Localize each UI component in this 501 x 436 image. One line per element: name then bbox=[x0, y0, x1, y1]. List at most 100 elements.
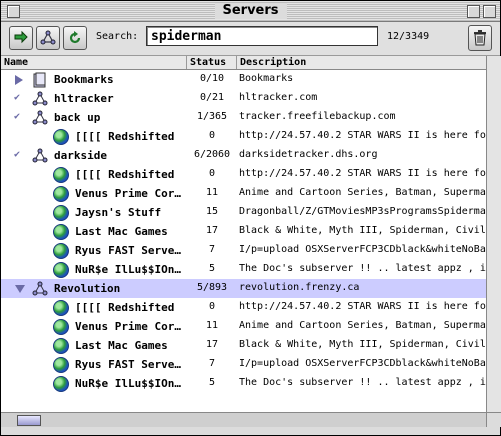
row-name: hltracker bbox=[54, 92, 114, 105]
connect-arrow-icon bbox=[14, 30, 28, 44]
tracker-icon bbox=[32, 91, 48, 106]
row-name: NuR$e IlLu$$IOnZ... bbox=[75, 377, 187, 390]
tracker-row[interactable]: Bookmarks 0/10 Bookmarks bbox=[1, 70, 486, 89]
row-description: The Doc's subserver !! .. latest appz , … bbox=[239, 263, 486, 274]
row-status: 5 bbox=[208, 263, 216, 274]
tracker-network-icon bbox=[40, 30, 56, 45]
tracker-row[interactable]: ✔ hltracker 0/21 hltracker.com bbox=[1, 89, 486, 108]
horizontal-scrollbar[interactable] bbox=[1, 412, 486, 427]
row-description: Black & White, Myth III, Spiderman, Civi… bbox=[239, 339, 486, 350]
collapse-box[interactable] bbox=[483, 5, 496, 18]
trackers-button[interactable] bbox=[36, 26, 60, 50]
row-description: I/p=upload OSXServerFCP3CDblack&whiteNoB… bbox=[239, 358, 486, 369]
server-row[interactable]: [[[[ Redshifted 0 http://24.57.40.2 STAR W… bbox=[1, 298, 486, 317]
trash-icon bbox=[474, 30, 486, 46]
row-status: 17 bbox=[205, 339, 219, 350]
globe-icon bbox=[53, 167, 69, 183]
server-row[interactable]: NuR$e IlLu$$IOnZ... 5 The Doc's subserver … bbox=[1, 260, 486, 279]
globe-icon bbox=[53, 376, 69, 392]
row-description: tracker.freefilebackup.com bbox=[239, 111, 396, 122]
column-name[interactable]: Name bbox=[1, 56, 187, 69]
search-label: Search: bbox=[96, 31, 139, 42]
vertical-scrollbar[interactable] bbox=[486, 56, 501, 412]
row-status: 11 bbox=[205, 320, 219, 331]
disclosure-checked-icon[interactable]: ✔ bbox=[14, 149, 20, 160]
row-description: revolution.frenzy.ca bbox=[239, 282, 360, 293]
server-row[interactable]: Ryus FAST Serve... 7 I/p=upload OSXServerF… bbox=[1, 355, 486, 374]
server-row[interactable]: [[[[ Redshifted 0 http://24.57.40.2 STAR W… bbox=[1, 165, 486, 184]
globe-icon bbox=[53, 243, 69, 259]
row-name: NuR$e IlLu$$IOnZ... bbox=[75, 263, 187, 276]
server-row[interactable]: Venus Prime Corp... 11 Anime and Cartoon S… bbox=[1, 317, 486, 336]
horizontal-scroll-thumb[interactable] bbox=[17, 415, 41, 426]
tracker-icon bbox=[32, 148, 48, 163]
row-name: Venus Prime Corp... bbox=[75, 320, 187, 333]
globe-icon bbox=[53, 319, 69, 335]
search-input[interactable] bbox=[146, 26, 378, 46]
row-status: 7 bbox=[208, 244, 216, 255]
connect-button[interactable] bbox=[9, 26, 33, 50]
row-description: darksidetracker.dhs.org bbox=[239, 149, 378, 160]
row-name: Last Mac Games bbox=[75, 339, 168, 352]
row-name: Revolution bbox=[54, 282, 121, 295]
row-status: 5 bbox=[208, 377, 216, 388]
delete-button[interactable] bbox=[468, 25, 492, 51]
row-status: 0/21 bbox=[199, 92, 225, 103]
window-title: Servers bbox=[214, 3, 287, 19]
row-description: hltracker.com bbox=[239, 92, 318, 103]
server-row[interactable]: Jaysn's Stuff 15 Dragonball/Z/GTMoviesMP3s… bbox=[1, 203, 486, 222]
disclosure-collapsed-icon[interactable] bbox=[15, 75, 23, 85]
row-name: Jaysn's Stuff bbox=[75, 206, 162, 219]
row-description: Anime and Cartoon Series, Batman, Superm… bbox=[239, 320, 486, 331]
title-bar[interactable]: Servers bbox=[1, 1, 500, 22]
column-header: Name Status Description bbox=[1, 56, 486, 70]
disclosure-expanded-icon[interactable] bbox=[15, 285, 25, 293]
server-row[interactable]: Ryus FAST Serve... 7 I/p=upload OSXServerF… bbox=[1, 241, 486, 260]
row-name: back up bbox=[54, 111, 101, 124]
row-name: [[[[ Redshifted bbox=[75, 168, 175, 181]
tracker-row[interactable]: ✔ back up 1/365 tracker.freefilebackup.com bbox=[1, 108, 486, 127]
row-description: http://24.57.40.2 STAR WARS II is here f… bbox=[239, 168, 486, 179]
row-description: http://24.57.40.2 STAR WARS II is here f… bbox=[239, 130, 486, 141]
folder-icon bbox=[33, 72, 46, 88]
row-description: Bookmarks bbox=[239, 73, 294, 84]
disclosure-checked-icon[interactable]: ✔ bbox=[14, 92, 20, 103]
row-name: [[[[ Redshifted bbox=[75, 301, 175, 314]
column-description[interactable]: Description bbox=[237, 56, 486, 69]
row-status: 0 bbox=[208, 301, 216, 312]
server-row[interactable]: Venus Prime Corp... 11 Anime and Cartoon S… bbox=[1, 184, 486, 203]
row-status: 7 bbox=[208, 358, 216, 369]
row-description: I/p=upload OSXServerFCP3CDblack&whiteNoB… bbox=[239, 244, 486, 255]
close-box[interactable] bbox=[7, 5, 20, 18]
row-name: darkside bbox=[54, 149, 107, 162]
toolbar: Search: 12/3349 bbox=[1, 22, 500, 56]
resize-handle[interactable] bbox=[486, 412, 501, 427]
refresh-button[interactable] bbox=[63, 26, 87, 50]
tracker-row[interactable]: ✔ darkside 6/2060 darksidetracker.dhs.org bbox=[1, 146, 486, 165]
row-status: 11 bbox=[205, 187, 219, 198]
row-name: Venus Prime Corp... bbox=[75, 187, 187, 200]
globe-icon bbox=[53, 186, 69, 202]
refresh-icon bbox=[69, 31, 81, 44]
column-status[interactable]: Status bbox=[187, 56, 237, 69]
row-status: 5/893 bbox=[196, 282, 228, 293]
row-description: Anime and Cartoon Series, Batman, Superm… bbox=[239, 187, 486, 198]
globe-icon bbox=[53, 129, 69, 145]
row-name: [[[[ Redshifted bbox=[75, 130, 175, 143]
tracker-icon bbox=[32, 110, 48, 125]
server-row[interactable]: [[[[ Redshifted 0 http://24.57.40.2 STAR W… bbox=[1, 127, 486, 146]
row-name: Ryus FAST Serve... bbox=[75, 244, 187, 257]
row-name: Bookmarks bbox=[54, 73, 114, 86]
row-status: 1/365 bbox=[196, 111, 228, 122]
row-status: 0/10 bbox=[199, 73, 225, 84]
server-row[interactable]: Last Mac Games 17 Black & White, Myth III,… bbox=[1, 336, 486, 355]
row-description: Black & White, Myth III, Spiderman, Civi… bbox=[239, 225, 486, 236]
row-status: 6/2060 bbox=[193, 149, 231, 160]
disclosure-checked-icon[interactable]: ✔ bbox=[14, 111, 20, 122]
zoom-box[interactable] bbox=[467, 5, 480, 18]
globe-icon bbox=[53, 262, 69, 278]
server-row[interactable]: NuR$e IlLu$$IOnZ... 5 The Doc's subserver … bbox=[1, 374, 486, 393]
tracker-row[interactable]: Revolution 5/893 revolution.frenzy.ca bbox=[1, 279, 486, 298]
result-count: 12/3349 bbox=[387, 31, 430, 42]
server-row[interactable]: Last Mac Games 17 Black & White, Myth III,… bbox=[1, 222, 486, 241]
